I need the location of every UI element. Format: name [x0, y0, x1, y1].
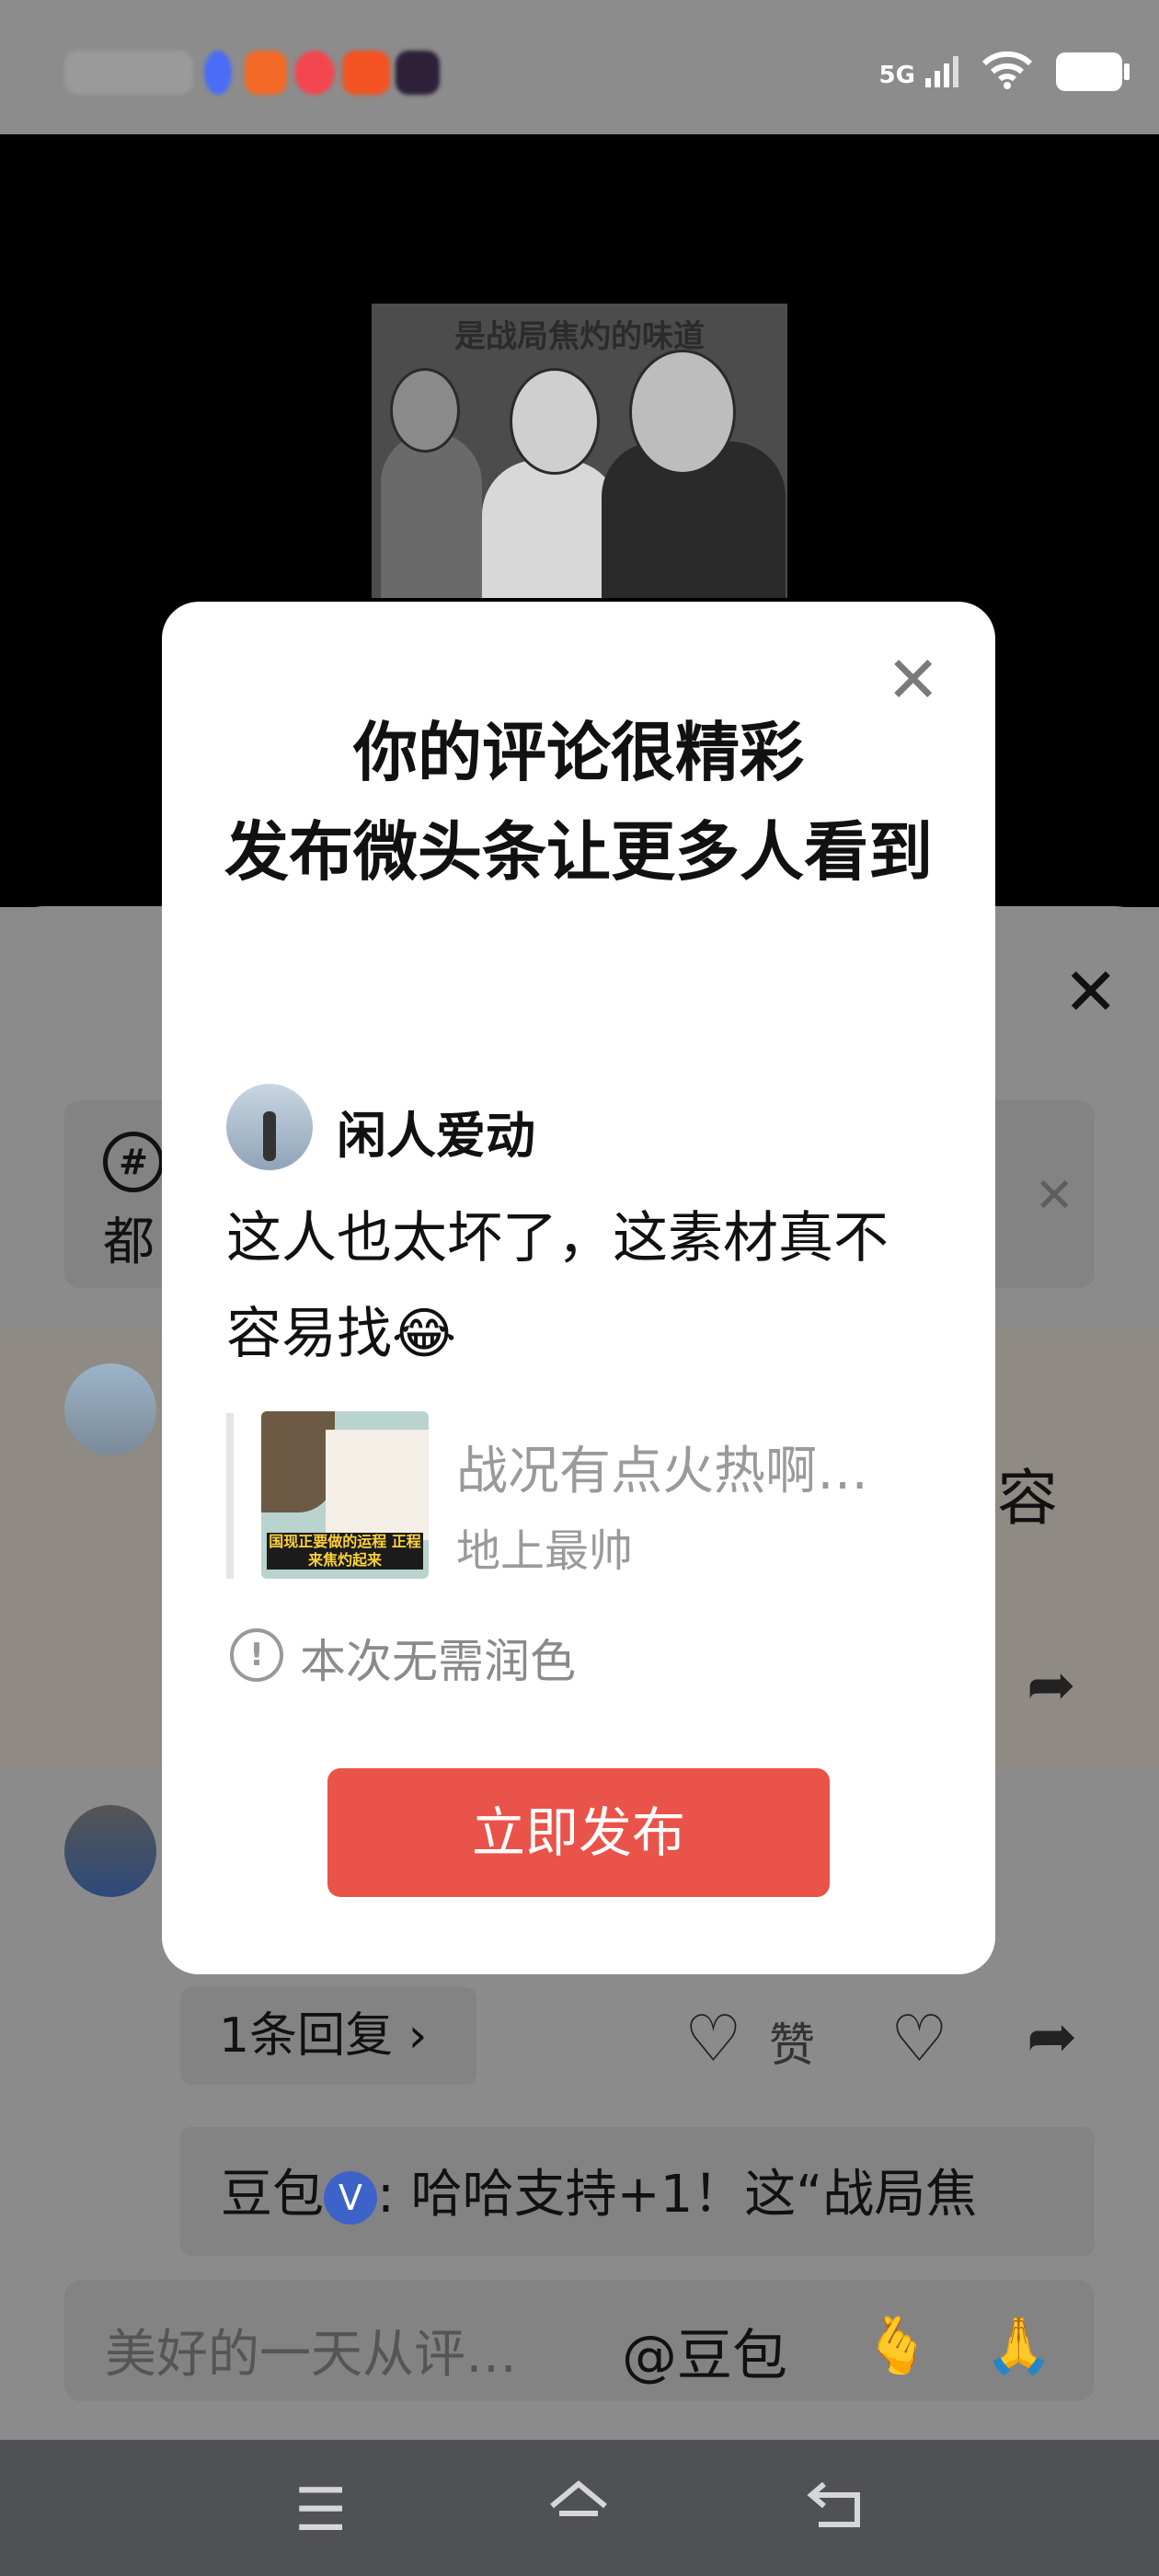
heart-icon[interactable]: ♡ — [684, 2001, 742, 2076]
dialog-title-line-2: 发布微头条让更多人看到 — [224, 814, 933, 890]
dialog-title: 你的评论很精彩 发布微头条让更多人看到 — [217, 703, 940, 902]
reply-count-button[interactable]: 1条回复 › — [180, 1987, 476, 2085]
reply-preview-text: 豆包 V: 哈哈支持+1！这“战局焦 — [221, 2153, 977, 2227]
thumbnail-text: 国现正要做的运程 正程来焦灼起来 — [267, 1533, 423, 1570]
quote-thumbnail: 国现正要做的运程 正程来焦灼起来 — [261, 1411, 429, 1579]
avatar[interactable] — [64, 1363, 156, 1455]
topic-text: 都 — [103, 1213, 155, 1272]
share-icon[interactable]: ➦ — [1027, 1651, 1076, 1719]
status-icons: 5G — [879, 51, 1130, 93]
blurred-app-icons — [64, 51, 193, 95]
home-icon[interactable] — [546, 2477, 611, 2547]
video-caption: 是战局焦灼的味道 — [454, 318, 705, 355]
comment-input[interactable]: 美好的一天从评… — [105, 2313, 517, 2387]
reply-preview[interactable]: 豆包 V: 哈哈支持+1！这“战局焦 — [180, 2127, 1095, 2256]
publish-dialog: ✕ 你的评论很精彩 发布微头条让更多人看到 闲人爱动 这人也太坏了，这素材真不容… — [162, 602, 995, 1974]
quote-author: 地上最帅 — [456, 1525, 634, 1577]
comment-input-bar[interactable]: 美好的一天从评… @豆包 🫰 🙏 — [64, 2280, 1095, 2401]
system-nav-bar: ☰ — [0, 2440, 1159, 2576]
signal-icon: 5G — [879, 54, 958, 89]
share-icon[interactable]: ➦ — [1027, 2001, 1077, 2072]
broken-heart-icon[interactable]: ♡ — [890, 2001, 948, 2076]
topic-close-icon[interactable]: ✕ — [1034, 1168, 1074, 1224]
comment-text: 这人也太坏了，这素材真不容易找😂 — [226, 1206, 889, 1366]
info-icon: ! — [230, 1628, 283, 1682]
emoji-button[interactable]: 🫰 — [863, 2313, 932, 2378]
mention-button[interactable]: @豆包 — [622, 2311, 787, 2391]
blurred-app-icon — [204, 51, 232, 95]
menu-icon[interactable]: ☰ — [294, 2477, 347, 2545]
blurred-app-icon — [342, 51, 390, 95]
quote-title: 战况有点火热啊… — [456, 1442, 868, 1501]
blurred-app-icon — [245, 51, 287, 95]
cartoon-head — [390, 368, 460, 453]
notice-text: 本次无需润色 — [300, 1635, 576, 1688]
cartoon-figure — [482, 460, 620, 598]
cartoon-figure — [381, 432, 482, 598]
hashtag-icon: # — [103, 1132, 164, 1192]
blurred-app-icon — [294, 51, 335, 95]
close-icon[interactable]: ✕ — [1063, 959, 1119, 1025]
like-label[interactable]: 赞 — [769, 2008, 815, 2075]
wifi-icon — [981, 51, 1033, 93]
comment-text-fragment: 容 — [997, 1463, 1058, 1534]
dialog-title-line-1: 你的评论很精彩 — [353, 715, 804, 790]
emoji-button[interactable]: 🙏 — [984, 2313, 1053, 2378]
user-name: 闲人爱动 — [337, 1107, 535, 1165]
cartoon-head — [510, 368, 600, 475]
reply-text: : 哈哈支持+1！这“战局焦 — [377, 2165, 978, 2225]
blurred-app-icon — [396, 51, 440, 95]
quote-divider — [226, 1413, 234, 1579]
back-icon[interactable] — [806, 2477, 865, 2547]
avatar — [226, 1084, 313, 1170]
publish-button[interactable]: 立即发布 — [327, 1768, 830, 1897]
reply-author: 豆包 — [221, 2165, 324, 2225]
verified-icon: V — [324, 2170, 377, 2225]
video-frame: 是战局焦灼的味道 — [372, 304, 787, 598]
status-bar: 5G — [0, 0, 1159, 134]
cartoon-head — [629, 350, 736, 475]
battery-icon — [1056, 52, 1130, 91]
avatar[interactable] — [64, 1805, 156, 1897]
